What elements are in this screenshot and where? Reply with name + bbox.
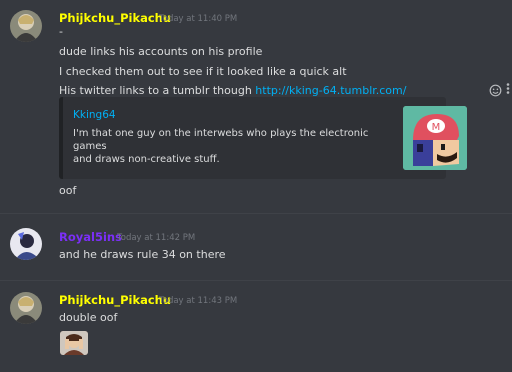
message-line: dude links his accounts on his profile: [59, 45, 263, 58]
custom-emoji[interactable]: [60, 331, 88, 355]
timestamp: Today at 11:42 PM: [117, 233, 196, 243]
more-options-icon[interactable]: [505, 82, 511, 98]
message-line: and he draws rule 34 on there: [59, 248, 226, 261]
username[interactable]: Phijkchu_Pikachu: [59, 11, 171, 25]
svg-text:M: M: [432, 122, 441, 133]
timestamp: Today at 11:40 PM: [159, 14, 238, 24]
avatar[interactable]: [10, 292, 42, 324]
tumblr-link[interactable]: http://kking-64.tumblr.com/: [255, 84, 406, 97]
message-group-1: Phijkchu_Pikachu Today at 11:40 PM - dud…: [0, 0, 512, 200]
add-reaction-icon[interactable]: [489, 84, 502, 97]
embed-title[interactable]: Kking64: [73, 109, 116, 121]
username[interactable]: Phijkchu_Pikachu: [59, 293, 171, 307]
message-line: -: [59, 25, 63, 38]
message-text: His twitter links to a tumblr though: [59, 84, 256, 97]
message-group-3: Phijkchu_Pikachu Today at 11:43 PM doubl…: [0, 281, 512, 372]
username[interactable]: Royal5ins: [59, 230, 122, 244]
embed-description-line: I'm that one guy on the interwebs who pl…: [73, 128, 369, 152]
embed-thumbnail[interactable]: M: [403, 106, 467, 170]
message-group-2: Royal5ins Today at 11:42 PM and he draws…: [0, 214, 512, 274]
message-line: I checked them out to see if it looked l…: [59, 65, 347, 78]
message-line: His twitter links to a tumblr though htt…: [59, 84, 406, 97]
timestamp: Today at 11:43 PM: [159, 296, 238, 306]
avatar[interactable]: [10, 10, 42, 42]
embed-description-line: and draws non-creative stuff.: [73, 154, 220, 165]
link-embed: Kking64 I'm that one guy on the interweb…: [59, 97, 467, 179]
message-line: double oof: [59, 311, 118, 324]
avatar[interactable]: [10, 228, 42, 260]
message-line: oof: [59, 184, 77, 197]
embed-description: I'm that one guy on the interwebs who pl…: [73, 127, 373, 166]
